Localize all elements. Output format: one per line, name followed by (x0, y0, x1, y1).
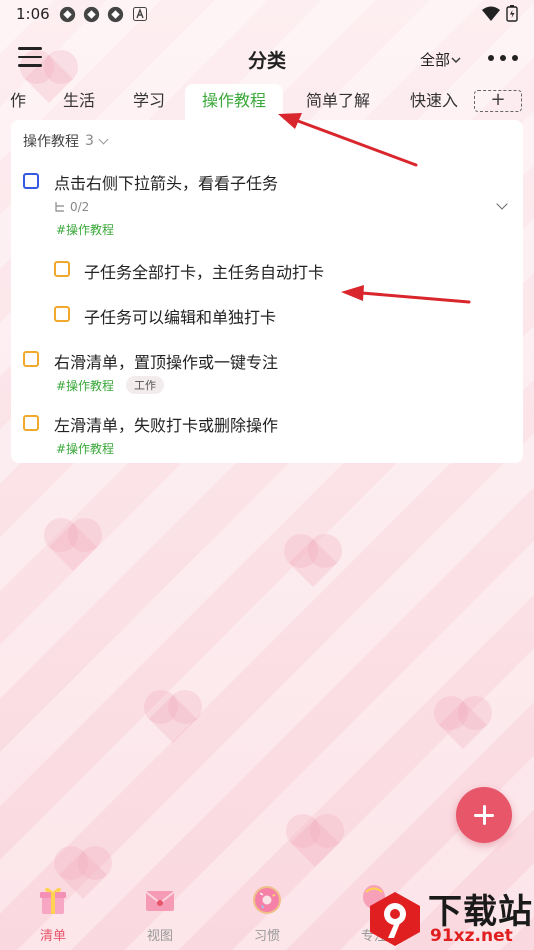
subtask-checkbox[interactable] (54, 261, 70, 277)
tab-work[interactable]: 作 (10, 84, 26, 120)
task-title: 左滑清单，失败打卡或删除操作 (54, 416, 279, 435)
expand-subtasks-icon[interactable] (496, 198, 508, 210)
subtask-icon (55, 202, 64, 212)
donut-icon (253, 886, 281, 914)
app-notification-icon (59, 6, 76, 23)
gift-box-icon (40, 887, 66, 914)
tab-life[interactable]: 生活 (63, 84, 95, 120)
tab-quick-start[interactable]: 快速入 (410, 84, 458, 120)
more-options-icon[interactable] (488, 48, 518, 68)
task-badge: 工作 (126, 376, 164, 394)
subtask-title: 子任务全部打卡，主任务自动打卡 (84, 263, 325, 282)
category-tabs: 作 生活 学习 操作教程 简单了解 快速入 + (0, 84, 534, 120)
task-checkbox[interactable] (23, 415, 39, 431)
battery-icon (506, 5, 518, 22)
status-time: 1:06 (16, 5, 50, 23)
nav-habit[interactable]: 习惯 (227, 883, 307, 944)
group-name: 操作教程 (23, 134, 79, 150)
nav-list[interactable]: 清单 (13, 883, 93, 944)
background-heart (148, 694, 198, 744)
subtask-count: 0/2 (70, 200, 90, 214)
app-notification-icon (107, 6, 124, 23)
group-header[interactable]: 操作教程 3 (23, 131, 109, 151)
background-heart (288, 538, 338, 588)
add-category-button[interactable]: + (474, 90, 522, 112)
group-count: 3 (85, 133, 94, 149)
chevron-down-icon (98, 134, 109, 144)
app-notification-icon (83, 6, 100, 23)
subtask-counter: 0/2 (54, 200, 89, 214)
filter-label: 全部 (420, 51, 451, 69)
app-notification-icon (133, 7, 147, 21)
watermark-domain: 91xz.net (430, 926, 513, 946)
tab-simple-intro[interactable]: 简单了解 (306, 84, 370, 120)
background-heart (438, 700, 488, 750)
chevron-down-icon (451, 57, 461, 63)
tab-study[interactable]: 学习 (133, 84, 165, 120)
wifi-icon (482, 6, 500, 21)
app-header: 分类 全部 (0, 40, 534, 78)
background-heart (48, 522, 98, 572)
nav-view[interactable]: 视图 (120, 883, 200, 944)
nav-list-label: 清单 (39, 929, 66, 944)
background-heart (290, 818, 340, 868)
task-checkbox[interactable] (23, 173, 39, 189)
subtask-title: 子任务可以编辑和单独打卡 (84, 308, 277, 327)
task-tag[interactable]: #操作教程 (56, 440, 114, 457)
filter-dropdown[interactable]: 全部 (420, 49, 462, 70)
task-checkbox[interactable] (23, 351, 39, 367)
tab-tutorial[interactable]: 操作教程 (185, 84, 284, 120)
task-tag[interactable]: #操作教程 (56, 221, 114, 238)
status-bar: 1:06 (0, 0, 534, 30)
task-tag[interactable]: #操作教程 (56, 377, 114, 394)
nav-habit-label: 习惯 (253, 929, 280, 944)
task-list-card: 操作教程 3 点击右侧下拉箭头，看看子任务 0/2 #操作教程 子任务全部打卡，… (11, 120, 523, 463)
task-title: 右滑清单，置顶操作或一键专注 (54, 353, 279, 372)
subtask-checkbox[interactable] (54, 306, 70, 322)
add-task-button[interactable] (456, 787, 512, 843)
task-title: 点击右侧下拉箭头，看看子任务 (54, 174, 279, 193)
site-watermark: 下载站 91xz.net (360, 880, 534, 950)
envelope-icon (145, 891, 175, 911)
nav-view-label: 视图 (146, 929, 173, 944)
watermark-logo (370, 892, 420, 946)
